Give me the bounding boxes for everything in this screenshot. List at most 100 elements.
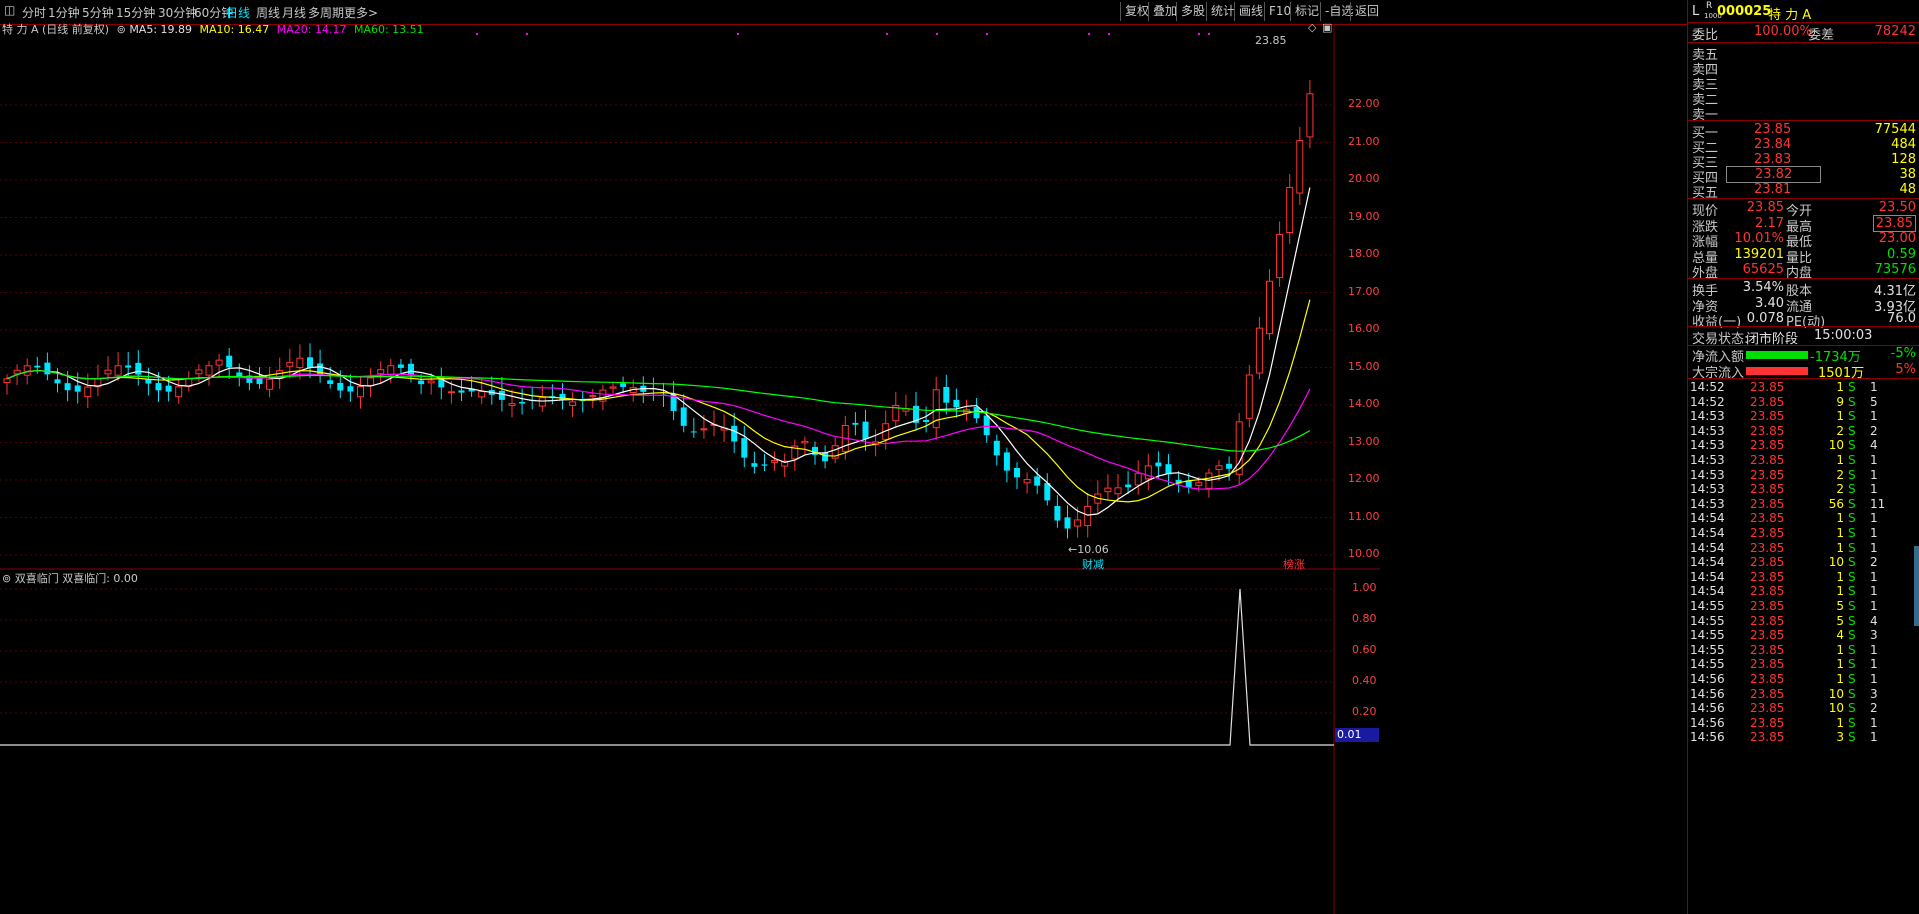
candle-body xyxy=(1296,140,1304,194)
period-tab[interactable]: 15分钟 xyxy=(116,4,155,21)
tick-time: 14:53 xyxy=(1690,467,1725,482)
buy-level-price: 23.82 xyxy=(1726,166,1822,183)
candle-body xyxy=(34,365,41,368)
event-marker-left[interactable]: 财减 xyxy=(1082,556,1104,572)
tick-volume: 2 xyxy=(1836,482,1844,497)
tick-count: 1 xyxy=(1870,467,1878,482)
y-tick-label: 17.00 xyxy=(1348,284,1380,298)
toolbar-action-button[interactable]: 画线 xyxy=(1234,2,1267,21)
period-tab[interactable]: 日线 xyxy=(226,4,250,21)
stat-value: 139201 xyxy=(1734,246,1784,262)
candle-body xyxy=(1114,487,1122,495)
tick-count: 1 xyxy=(1870,569,1878,584)
tick-scrollbar[interactable] xyxy=(1914,546,1919,626)
y-tick-label: 15.00 xyxy=(1348,359,1380,373)
ma20-line xyxy=(6,369,1311,490)
candle-body xyxy=(559,393,566,401)
y-tick-label: 21.00 xyxy=(1348,134,1380,148)
settings-icon[interactable]: ⊚ xyxy=(117,23,126,36)
candle-body xyxy=(700,428,708,431)
tick-count: 4 xyxy=(1870,438,1878,453)
tick-side: S xyxy=(1848,380,1856,394)
diamond-icon[interactable]: ◇ xyxy=(1308,21,1316,34)
period-tab[interactable]: 5分钟 xyxy=(82,4,114,21)
period-tab[interactable]: 更多> xyxy=(344,4,378,21)
candle-body xyxy=(427,380,435,384)
low-price-label: ←10.06 xyxy=(1068,543,1109,556)
tick-price: 23.85 xyxy=(1750,715,1785,730)
ma60-line xyxy=(6,369,1311,452)
tick-volume: 5 xyxy=(1836,599,1844,613)
tick-time: 14:53 xyxy=(1690,453,1725,467)
period-tab[interactable]: 分时 xyxy=(22,4,46,21)
candle-body xyxy=(1276,233,1284,279)
toolbar-action-button[interactable]: 返回 xyxy=(1350,2,1383,21)
signal-dot xyxy=(1088,33,1090,35)
period-tab[interactable]: 1分钟 xyxy=(48,4,80,21)
ma60-label: MA60: 13.51 xyxy=(353,23,424,36)
signal-dot xyxy=(1198,33,1200,35)
candle-body xyxy=(822,452,829,462)
sub-chart-header: ⊚ 双喜临门 双喜临门: 0.00 xyxy=(2,570,138,586)
tick-time: 14:53 xyxy=(1690,438,1725,453)
tick-count: 1 xyxy=(1870,511,1878,526)
tick-price: 23.85 xyxy=(1750,701,1785,716)
tick-price: 23.85 xyxy=(1750,584,1785,599)
candle-body xyxy=(266,378,274,390)
period-tab[interactable]: 月线 xyxy=(282,4,306,21)
tick-side: S xyxy=(1848,526,1856,540)
candle-body xyxy=(862,421,869,440)
period-tab[interactable]: 周线 xyxy=(256,4,280,21)
event-marker-right[interactable]: 榜涨 xyxy=(1283,556,1305,572)
window-icon[interactable]: ▣ xyxy=(1322,21,1332,34)
candle-body xyxy=(741,438,748,458)
tick-count: 1 xyxy=(1870,453,1878,467)
candle-body xyxy=(104,369,112,375)
tick-count: 1 xyxy=(1870,730,1878,745)
settings-icon[interactable]: ⊚ xyxy=(2,572,11,585)
candle-body xyxy=(1134,472,1142,486)
signal-dot xyxy=(1108,33,1110,35)
tick-time: 14:56 xyxy=(1690,686,1725,701)
trade-status-row: 交易状态: 闭市阶段 15:00:03 xyxy=(1692,328,1873,347)
tick-volume: 1 xyxy=(1836,511,1844,526)
buy-level-volume: 128 xyxy=(1891,152,1916,167)
tick-count: 1 xyxy=(1870,715,1878,730)
tick-volume: 1 xyxy=(1836,409,1844,424)
tick-price: 23.85 xyxy=(1750,657,1785,672)
candle-body xyxy=(1054,506,1061,521)
stat-value: 23.85 xyxy=(1872,214,1916,232)
tick-time: 14:55 xyxy=(1690,613,1725,628)
tick-side: S xyxy=(1848,394,1856,409)
toolbar-action-button[interactable]: 多股 xyxy=(1176,2,1209,21)
tick-side: S xyxy=(1848,482,1856,497)
candle-body xyxy=(609,386,617,389)
tick-volume: 3 xyxy=(1836,730,1844,745)
panel-toggle-icon[interactable]: ◫ xyxy=(4,3,15,17)
tick-time: 14:56 xyxy=(1690,701,1725,716)
candle-body xyxy=(1044,483,1051,501)
toolbar-action-button[interactable]: 标记 xyxy=(1290,2,1323,21)
tick-time: 14:54 xyxy=(1690,569,1725,584)
candle-body xyxy=(256,378,263,385)
tick-side: S xyxy=(1848,730,1856,745)
tick-side: S xyxy=(1848,657,1856,672)
candle-body xyxy=(155,383,162,391)
sub-y-tick-label: 0.20 xyxy=(1352,705,1377,718)
tick-time: 14:52 xyxy=(1690,380,1725,394)
candle-body xyxy=(953,399,960,408)
tick-time: 14:52 xyxy=(1690,394,1725,409)
tick-volume: 10 xyxy=(1828,555,1844,570)
stock-code: 000025 xyxy=(1717,4,1772,19)
period-tab[interactable]: 多周期 xyxy=(308,4,344,21)
candle-body xyxy=(478,391,486,398)
signal-dot xyxy=(936,33,938,35)
tick-count: 1 xyxy=(1870,672,1878,686)
cursor-value-box: 0.01 xyxy=(1335,728,1379,742)
period-tab[interactable]: 30分钟 xyxy=(158,4,197,21)
signal-dot xyxy=(476,33,478,35)
tick-count: 4 xyxy=(1870,613,1878,628)
tick-volume: 1 xyxy=(1836,540,1844,555)
tick-side: S xyxy=(1848,569,1856,584)
kline-svg[interactable] xyxy=(0,24,1636,914)
